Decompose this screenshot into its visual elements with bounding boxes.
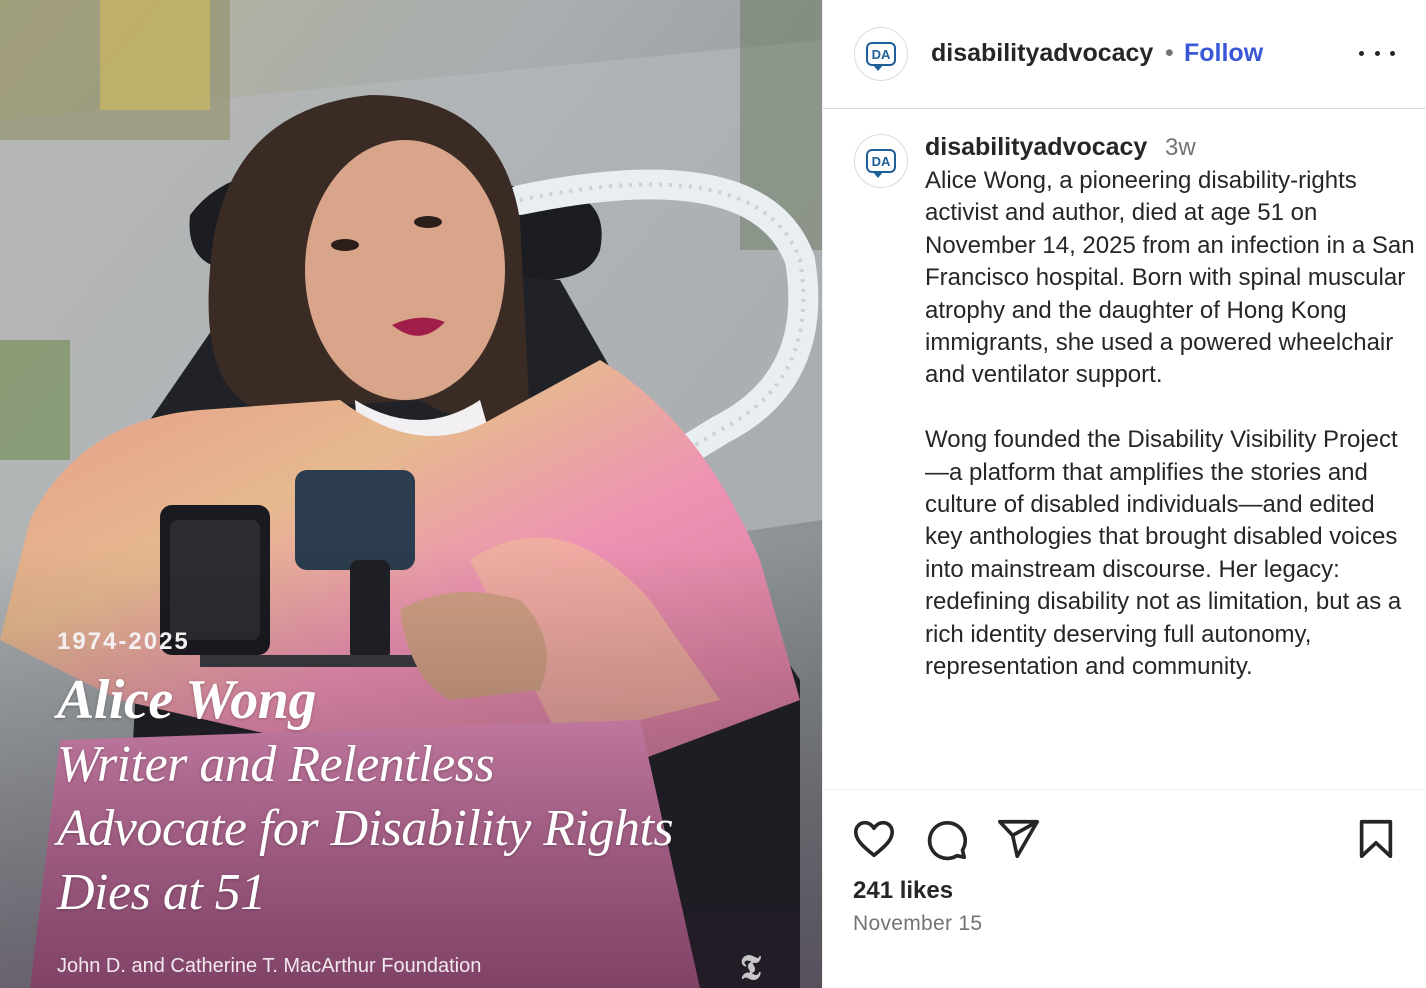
image-years: 1974-2025 [57, 628, 190, 655]
post-panel: DA disabilityadvocacy • Follow DA disabi… [822, 0, 1426, 988]
post-date[interactable]: November 15 [853, 912, 982, 936]
avatar[interactable]: DA [854, 134, 908, 188]
more-horizontal-icon[interactable] [1359, 38, 1395, 68]
caption-username-link[interactable]: disabilityadvocacy [925, 133, 1147, 162]
separator-dot: • [1165, 39, 1174, 67]
comment-icon[interactable] [923, 816, 969, 862]
actions-bar: 241 likes November 15 [823, 789, 1426, 988]
subtitle-line: Advocate for Disability Rights [57, 800, 674, 857]
likes-count[interactable]: 241 likes [853, 877, 953, 905]
caption-section: DA disabilityadvocacy 3w Alice Wong, a p… [823, 110, 1426, 788]
post-image[interactable]: 1974-2025 Alice Wong Writer and Relentle… [0, 0, 822, 988]
image-headline-subtitle: Writer and Relentless Advocate for Disab… [57, 733, 797, 925]
da-logo-icon: DA [866, 149, 896, 178]
caption-timestamp[interactable]: 3w [1165, 134, 1196, 162]
image-headline-name: Alice Wong [57, 669, 316, 731]
username-link[interactable]: disabilityadvocacy [931, 39, 1153, 68]
follow-button[interactable]: Follow [1184, 39, 1263, 68]
avatar[interactable]: DA [854, 27, 908, 81]
subtitle-line: Writer and Relentless [57, 736, 495, 793]
image-credit: John D. and Catherine T. MacArthur Found… [57, 955, 482, 977]
bookmark-icon[interactable] [1353, 816, 1399, 862]
heart-icon[interactable] [851, 816, 897, 862]
da-logo-icon: DA [866, 42, 896, 71]
post-header: DA disabilityadvocacy • Follow [823, 0, 1426, 109]
share-icon[interactable] [995, 816, 1041, 862]
caption-text: Alice Wong, a pioneering disability-righ… [925, 167, 1415, 681]
subtitle-line: Dies at 51 [57, 864, 266, 921]
nyt-logo-icon: 𝕿 [740, 950, 761, 987]
